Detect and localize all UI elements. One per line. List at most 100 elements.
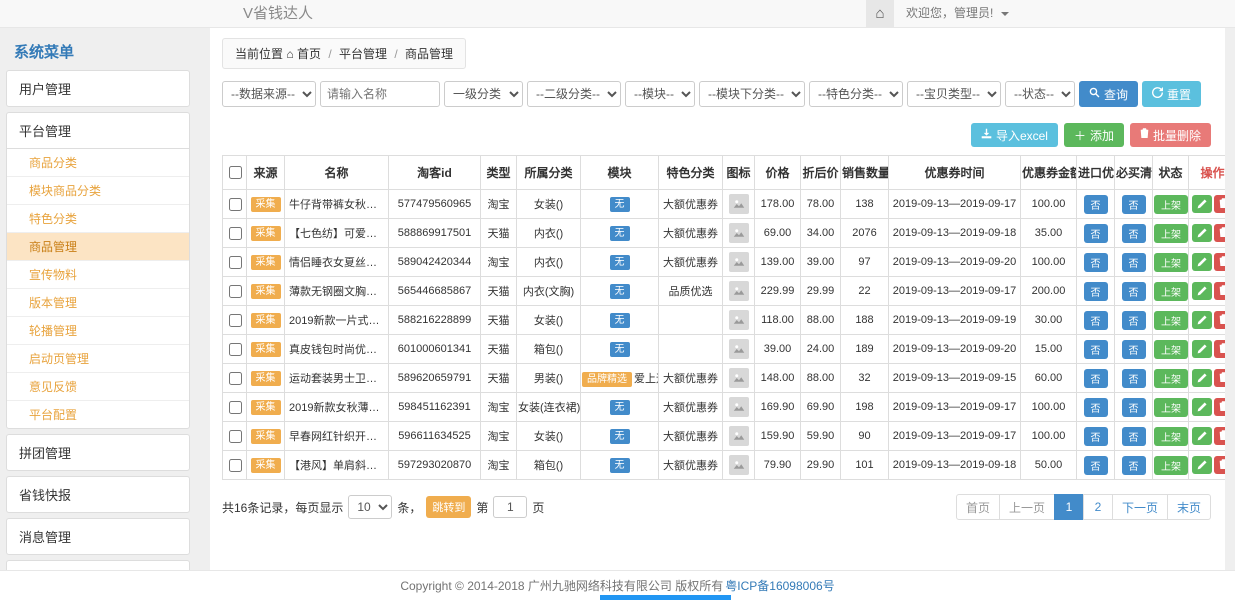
select-all-checkbox[interactable]	[229, 166, 242, 179]
page-button-上一页[interactable]: 上一页	[999, 494, 1055, 520]
sidebar-subitem-轮播管理[interactable]: 轮播管理	[7, 317, 189, 345]
row-checkbox[interactable]	[229, 314, 242, 327]
edit-button[interactable]	[1192, 253, 1212, 271]
row-checkbox[interactable]	[229, 372, 242, 385]
row-checkbox[interactable]	[229, 198, 242, 211]
delete-button[interactable]	[1214, 195, 1226, 213]
delete-button[interactable]	[1214, 340, 1226, 358]
import-select-button[interactable]: 否	[1084, 224, 1108, 243]
user-menu[interactable]: 欢迎您，管理员!	[894, 0, 1021, 27]
product-name-input[interactable]	[320, 81, 440, 107]
edit-button[interactable]	[1192, 398, 1212, 416]
edit-button[interactable]	[1192, 311, 1212, 329]
sidebar-subitem-启动页管理[interactable]: 启动页管理	[7, 345, 189, 373]
page-button-1[interactable]: 1	[1054, 494, 1084, 520]
sidebar-subitem-特色分类[interactable]: 特色分类	[7, 205, 189, 233]
sidebar-subitem-平台配置[interactable]: 平台配置	[7, 401, 189, 428]
sidebar-item-省钱快报[interactable]: 省钱快报	[7, 477, 189, 512]
must-buy-button[interactable]: 否	[1122, 398, 1146, 417]
filter-status[interactable]: --状态--	[1005, 81, 1075, 107]
per-page-select[interactable]: 10	[348, 495, 392, 519]
row-checkbox[interactable]	[229, 285, 242, 298]
row-checkbox[interactable]	[229, 401, 242, 414]
breadcrumb-item-platform[interactable]: 平台管理	[339, 47, 387, 61]
page-button-下一页[interactable]: 下一页	[1112, 494, 1168, 520]
import-select-button[interactable]: 否	[1084, 340, 1108, 359]
edit-button[interactable]	[1192, 456, 1212, 474]
goto-page-button[interactable]: 跳转到	[426, 496, 471, 518]
delete-button[interactable]	[1214, 282, 1226, 300]
import-select-button[interactable]: 否	[1084, 311, 1108, 330]
import-select-button[interactable]: 否	[1084, 427, 1108, 446]
status-button[interactable]: 上架	[1154, 427, 1188, 446]
edit-button[interactable]	[1192, 282, 1212, 300]
delete-button[interactable]	[1214, 456, 1226, 474]
filter-module-sub[interactable]: --模块下分类--	[699, 81, 805, 107]
must-buy-button[interactable]: 否	[1122, 282, 1146, 301]
sidebar-subitem-版本管理[interactable]: 版本管理	[7, 289, 189, 317]
edit-button[interactable]	[1192, 340, 1212, 358]
status-button[interactable]: 上架	[1154, 456, 1188, 475]
filter-category-level2[interactable]: --二级分类--	[527, 81, 621, 107]
import-select-button[interactable]: 否	[1084, 253, 1108, 272]
status-button[interactable]: 上架	[1154, 195, 1188, 214]
must-buy-button[interactable]: 否	[1122, 224, 1146, 243]
page-button-首页[interactable]: 首页	[956, 494, 1000, 520]
must-buy-button[interactable]: 否	[1122, 369, 1146, 388]
must-buy-button[interactable]: 否	[1122, 253, 1146, 272]
icp-link[interactable]: 粤ICP备16098006号	[725, 577, 834, 594]
row-checkbox[interactable]	[229, 459, 242, 472]
batch-delete-button[interactable]: 批量删除	[1130, 123, 1211, 147]
status-button[interactable]: 上架	[1154, 311, 1188, 330]
filter-data-source[interactable]: --数据来源--	[222, 81, 316, 107]
row-checkbox[interactable]	[229, 343, 242, 356]
row-checkbox[interactable]	[229, 256, 242, 269]
filter-item-type[interactable]: --宝贝类型--	[907, 81, 1001, 107]
status-button[interactable]: 上架	[1154, 398, 1188, 417]
home-button[interactable]: ⌂	[866, 0, 894, 27]
import-select-button[interactable]: 否	[1084, 369, 1108, 388]
status-button[interactable]: 上架	[1154, 340, 1188, 359]
page-number-input[interactable]	[493, 496, 527, 518]
import-excel-button[interactable]: 导入excel	[971, 123, 1058, 147]
delete-button[interactable]	[1214, 311, 1226, 329]
sidebar-subitem-模块商品分类[interactable]: 模块商品分类	[7, 177, 189, 205]
page-button-末页[interactable]: 末页	[1167, 494, 1211, 520]
add-button[interactable]: ＋ 添加	[1064, 123, 1124, 147]
must-buy-button[interactable]: 否	[1122, 195, 1146, 214]
delete-button[interactable]	[1214, 253, 1226, 271]
sidebar-item-用户管理[interactable]: 用户管理	[7, 71, 189, 106]
sidebar-subitem-商品分类[interactable]: 商品分类	[7, 149, 189, 177]
sidebar-item-订单管理[interactable]: 订单管理	[7, 561, 189, 570]
sidebar-subitem-商品管理[interactable]: 商品管理	[7, 233, 189, 261]
status-button[interactable]: 上架	[1154, 369, 1188, 388]
status-button[interactable]: 上架	[1154, 253, 1188, 272]
edit-button[interactable]	[1192, 224, 1212, 242]
edit-button[interactable]	[1192, 369, 1212, 387]
filter-feature-category[interactable]: --特色分类--	[809, 81, 903, 107]
import-select-button[interactable]: 否	[1084, 282, 1108, 301]
status-button[interactable]: 上架	[1154, 282, 1188, 301]
breadcrumb-home-link[interactable]: ⌂ 首页	[286, 47, 324, 61]
search-button[interactable]: 查询	[1079, 81, 1138, 107]
delete-button[interactable]	[1214, 369, 1226, 387]
sidebar-item-消息管理[interactable]: 消息管理	[7, 519, 189, 554]
edit-button[interactable]	[1192, 427, 1212, 445]
sidebar-subitem-宣传物料[interactable]: 宣传物料	[7, 261, 189, 289]
sidebar-item-平台管理[interactable]: 平台管理	[7, 113, 189, 148]
must-buy-button[interactable]: 否	[1122, 311, 1146, 330]
must-buy-button[interactable]: 否	[1122, 456, 1146, 475]
filter-module[interactable]: --模块--	[625, 81, 695, 107]
must-buy-button[interactable]: 否	[1122, 427, 1146, 446]
import-select-button[interactable]: 否	[1084, 456, 1108, 475]
page-button-2[interactable]: 2	[1083, 494, 1113, 520]
import-select-button[interactable]: 否	[1084, 195, 1108, 214]
sidebar-subitem-意见反馈[interactable]: 意见反馈	[7, 373, 189, 401]
must-buy-button[interactable]: 否	[1122, 340, 1146, 359]
delete-button[interactable]	[1214, 224, 1226, 242]
app-brand[interactable]: V省钱达人	[243, 0, 313, 28]
row-checkbox[interactable]	[229, 430, 242, 443]
sidebar-item-拼团管理[interactable]: 拼团管理	[7, 435, 189, 470]
status-button[interactable]: 上架	[1154, 224, 1188, 243]
reset-button[interactable]: 重置	[1142, 81, 1201, 107]
